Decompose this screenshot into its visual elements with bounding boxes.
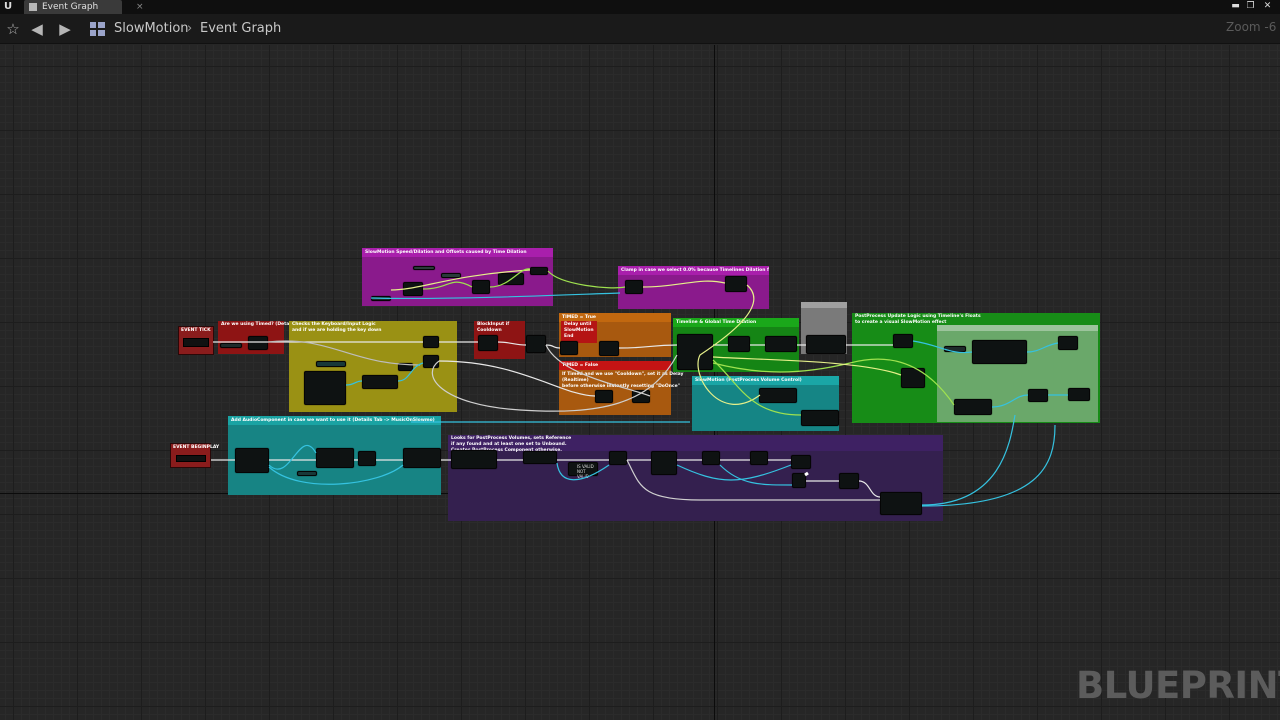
float-wire — [642, 280, 726, 288]
object-wire — [676, 464, 792, 481]
object-wire — [1026, 342, 1059, 353]
object-wire — [719, 464, 793, 486]
float-wire — [712, 359, 802, 416]
exec-wire — [438, 360, 596, 397]
float-wire — [422, 281, 473, 290]
unreal-logo-icon: U — [3, 1, 13, 12]
restore-button[interactable]: ❐ — [1245, 1, 1256, 12]
title-bar: U Event Graph × ▬ ❐ ✕ — [0, 0, 1280, 14]
exec-wire — [497, 341, 527, 346]
breadcrumb-separator: › — [187, 21, 193, 36]
exec-wire — [545, 344, 561, 349]
arrow-left-icon[interactable]: ◀ — [27, 19, 47, 39]
blueprint-class-icon — [90, 22, 105, 36]
object-wire — [370, 292, 621, 300]
breadcrumb-event-graph[interactable]: Event Graph — [200, 20, 281, 38]
object-wire — [268, 464, 404, 485]
exec-wire — [431, 354, 678, 412]
blueprint-watermark: BLUEPRINT — [1076, 664, 1280, 707]
reroute-dot — [804, 471, 809, 477]
object-wire — [912, 340, 973, 354]
arrow-right-icon[interactable]: ▶ — [55, 19, 75, 39]
graph-canvas[interactable]: SlowMotion Speed/Dilation and Offsets ca… — [0, 45, 1280, 720]
wire-layer — [211, 268, 1068, 507]
object-wire — [397, 362, 424, 382]
tab-label: Event Graph — [42, 2, 99, 12]
object-wire — [345, 380, 363, 386]
exec-wire — [267, 340, 421, 366]
close-button[interactable]: ✕ — [1262, 1, 1273, 12]
tab-event-graph[interactable]: Event Graph × — [24, 0, 144, 14]
graph-icon — [29, 3, 37, 11]
exec-wire — [618, 344, 678, 349]
object-wire — [991, 394, 1029, 408]
object-wire — [921, 424, 1056, 507]
object-wire — [268, 444, 317, 470]
breadcrumb-slowmotion[interactable]: SlowMotion — [114, 20, 189, 38]
zoom-level: Zoom -6 — [1226, 20, 1277, 34]
float-wire — [547, 270, 626, 289]
exec-wire — [626, 459, 880, 501]
object-wire — [921, 414, 1016, 506]
star-icon[interactable]: ☆ — [3, 19, 23, 39]
tab-close-icon[interactable]: × — [136, 0, 144, 14]
minimize-button[interactable]: ▬ — [1230, 1, 1241, 12]
graph-toolbar: ☆ ◀ ▶ SlowMotion › Event Graph Zoom -6 — [0, 14, 1280, 44]
exec-wire — [806, 480, 881, 498]
object-wire — [556, 462, 610, 481]
